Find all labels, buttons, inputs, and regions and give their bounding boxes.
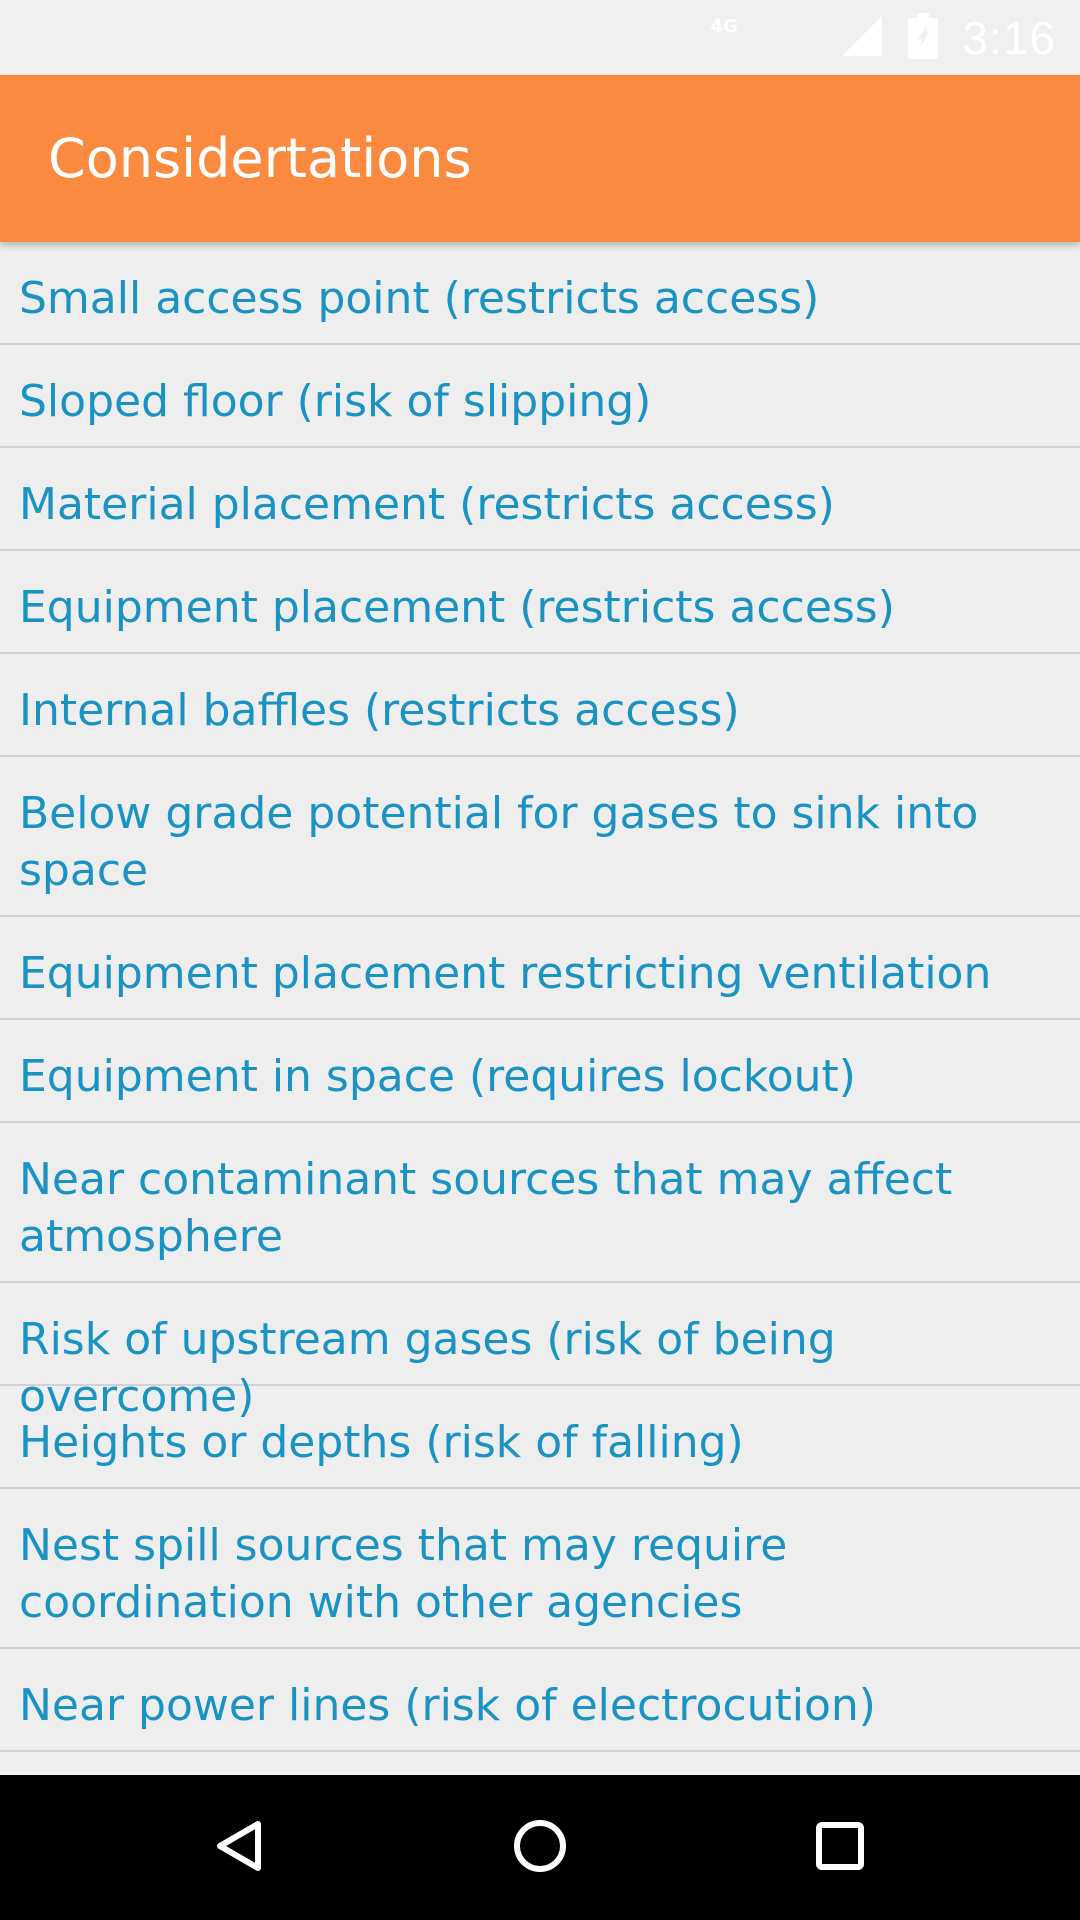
list-item-label: Small access point (restricts access) bbox=[19, 273, 820, 324]
list-item[interactable]: Equipment placement (restricts access) bbox=[0, 551, 1080, 654]
battery-icon bbox=[908, 12, 939, 63]
considerations-list[interactable]: Small access point (restricts access) Sl… bbox=[0, 242, 1080, 1775]
list-item-label: Equipment placement restricting ventilat… bbox=[19, 948, 992, 999]
signal-icon bbox=[840, 14, 884, 62]
page-title: Considertations bbox=[48, 127, 472, 190]
recents-button[interactable] bbox=[760, 1775, 920, 1920]
recents-icon bbox=[810, 1816, 870, 1880]
list-item-label: Material placement (restricts access) bbox=[19, 479, 835, 530]
list-item[interactable]: Near contaminant sources that may affect… bbox=[0, 1123, 1080, 1283]
list-item-label: Sloped floor (risk of slipping) bbox=[19, 376, 652, 427]
list-item-label: Below grade potential for gases to sink … bbox=[19, 788, 979, 896]
list-item[interactable]: Below grade potential for gases to sink … bbox=[0, 757, 1080, 917]
list-item[interactable]: Risk of upstream gases (risk of being ov… bbox=[0, 1283, 1080, 1422]
list-item[interactable]: Sloped floor (risk of slipping) bbox=[0, 345, 1080, 448]
home-button[interactable] bbox=[460, 1775, 620, 1920]
home-icon bbox=[510, 1816, 570, 1880]
navigation-bar bbox=[0, 1775, 1080, 1920]
list-item[interactable]: Material placement (restricts access) bbox=[0, 448, 1080, 551]
list-item-label: Equipment placement (restricts access) bbox=[19, 582, 895, 633]
list-item[interactable]: Equipment placement restricting ventilat… bbox=[0, 917, 1080, 1020]
app-bar: Considertations bbox=[0, 75, 1080, 242]
list-item-label: Internal baffles (restricts access) bbox=[19, 685, 740, 736]
list-item[interactable]: Equipment in space (requires lockout) bbox=[0, 1020, 1080, 1123]
status-icons: 4G 3:16 bbox=[710, 0, 1056, 75]
list-item[interactable]: Internal baffles (restricts access) bbox=[0, 654, 1080, 757]
back-button[interactable] bbox=[160, 1775, 320, 1920]
list-item-label: Nest spill sources that may require coor… bbox=[19, 1520, 788, 1628]
list-item[interactable]: Small access point (restricts access) bbox=[0, 242, 1080, 345]
list-item-label: Near contaminant sources that may affect… bbox=[19, 1154, 953, 1262]
list-item[interactable]: Near power lines (risk of electrocution) bbox=[0, 1649, 1080, 1752]
list-item[interactable]: Nest spill sources that may require coor… bbox=[0, 1489, 1080, 1649]
list-item-label: Near power lines (risk of electrocution) bbox=[19, 1680, 876, 1731]
status-bar: 4G 3:16 bbox=[0, 0, 1080, 75]
clock: 3:16 bbox=[962, 11, 1056, 64]
list-item-label: Heights or depths (risk of falling) bbox=[19, 1417, 744, 1468]
back-icon bbox=[210, 1816, 270, 1880]
network-type-label: 4G bbox=[710, 16, 738, 37]
list-item-label: Equipment in space (requires lockout) bbox=[19, 1051, 856, 1102]
